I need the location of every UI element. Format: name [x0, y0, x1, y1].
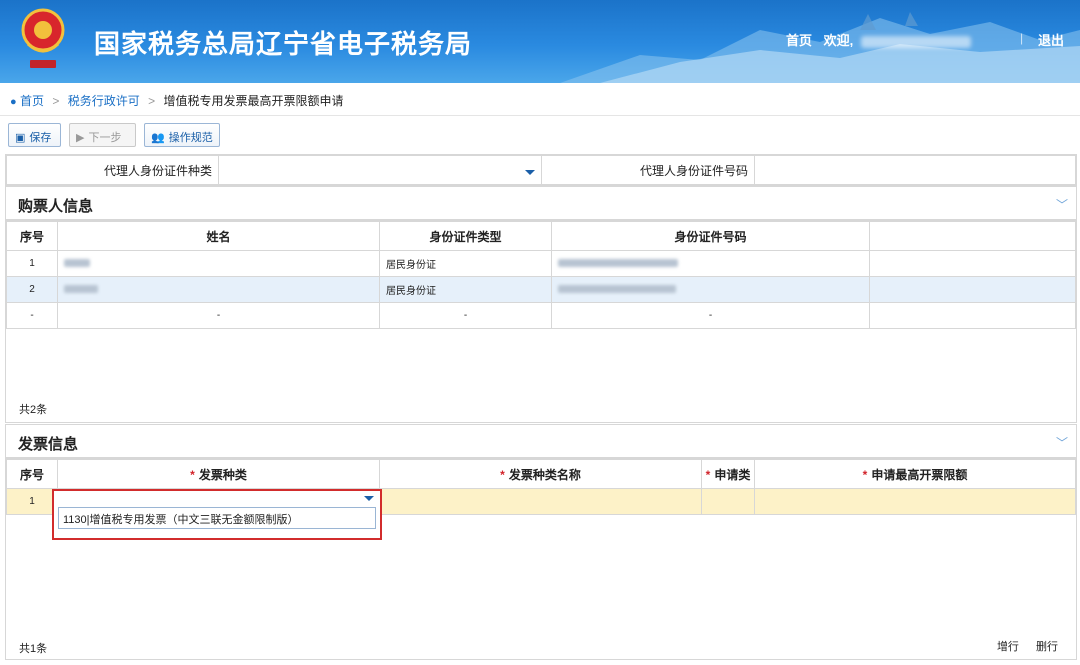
col-header: 身份证件号码 [551, 221, 870, 251]
agent-id-number-input[interactable] [754, 155, 1076, 185]
breadcrumb-current: 增值税专用发票最高开票限额申请 [163, 94, 344, 108]
breadcrumb-separator: > [52, 94, 60, 108]
breadcrumb-separator: > [148, 94, 156, 108]
buyer-id-type: - [379, 302, 552, 329]
buyer-id-type: 居民身份证 [379, 250, 552, 277]
invoice-type-dropdown[interactable]: 1130|增值税专用发票（中文三联无金额限制版） [52, 489, 382, 540]
row-number: 1 [6, 250, 58, 277]
col-header: 序号 [6, 221, 58, 251]
agent-id-type-select[interactable] [218, 155, 542, 185]
agent-id-type-label: 代理人身份证件种类 [6, 155, 219, 185]
table-row[interactable]: - - - - [6, 302, 1076, 329]
row-actions: 增行 删行 [983, 638, 1058, 654]
site-header: 国家税务总局辽宁省电子税务局 首页 欢迎, | 退出 [0, 0, 1080, 83]
save-icon: ▣ [15, 132, 26, 144]
invoice-total-count: 共1条 [19, 643, 48, 655]
buyer-name-blurred [57, 276, 380, 303]
add-row-button[interactable]: 增行 [997, 641, 1019, 653]
username-blurred [860, 35, 971, 48]
site-title: 国家税务总局辽宁省电子税务局 [94, 30, 473, 60]
buyer-id-number: - [551, 302, 870, 329]
row-number: 2 [6, 276, 58, 303]
welcome-text: 欢迎, [823, 33, 854, 48]
buyer-table: 序号 姓名 身份证件类型 身份证件号码 1 居民身份证 2 居民身份证 - - … [6, 221, 1076, 329]
play-icon: ▶ [76, 132, 85, 144]
breadcrumb: ● 首页 > 税务行政许可 > 增值税专用发票最高开票限额申请 [0, 83, 1080, 116]
logout-link[interactable]: 退出 [1038, 30, 1064, 49]
buyer-table-panel: 序号 姓名 身份证件类型 身份证件号码 1 居民身份证 2 居民身份证 - - … [5, 220, 1077, 423]
buyer-name-blurred [57, 250, 380, 277]
col-header: 序号 [6, 459, 58, 489]
breadcrumb-home[interactable]: 首页 [20, 94, 44, 108]
col-header-apply-type: * 申请类 [701, 459, 755, 489]
table-row[interactable]: 1 居民身份证 [6, 250, 1076, 277]
delete-row-button[interactable]: 删行 [1036, 641, 1058, 653]
dropdown-option[interactable]: 1130|增值税专用发票（中文三联无金额限制版） [58, 507, 376, 529]
breadcrumb-admin-permit[interactable]: 税务行政许可 [68, 94, 140, 108]
agent-info-row: 代理人身份证件种类 代理人身份证件号码 [5, 154, 1077, 186]
tax-emblem-icon [20, 6, 66, 76]
chevron-down-icon[interactable] [364, 496, 374, 501]
col-header-invoice-type-name: * 发票种类名称 [379, 459, 702, 489]
buyer-section-header[interactable]: 购票人信息 ﹀ [5, 186, 1077, 220]
invoice-type-name-cell[interactable] [379, 488, 702, 515]
row-number: 1 [6, 488, 58, 515]
chevron-down-icon[interactable]: ﹀ [1056, 434, 1068, 451]
buyer-id-type: 居民身份证 [379, 276, 552, 303]
buyer-id-number-blurred [551, 250, 870, 277]
col-header-max-limit: * 申请最高开票限额 [754, 459, 1076, 489]
col-header-invoice-type: * 发票种类 [57, 459, 380, 489]
section-title: 购票人信息 [18, 198, 94, 215]
header-divider: | [1020, 31, 1024, 45]
max-limit-cell[interactable] [754, 488, 1076, 515]
home-link[interactable]: 首页 [786, 30, 812, 49]
col-header: 身份证件类型 [379, 221, 552, 251]
save-button[interactable]: ▣ 保存 [8, 123, 61, 147]
section-title: 发票信息 [18, 436, 79, 453]
buyer-id-number-blurred [551, 276, 870, 303]
operation-guide-button[interactable]: 👥 操作规范 [144, 123, 220, 147]
location-pin-icon: ● [10, 96, 17, 108]
invoice-section-header[interactable]: 发票信息 ﹀ [5, 424, 1077, 458]
chevron-down-icon[interactable]: ﹀ [1056, 196, 1068, 213]
user-links: 首页 欢迎, [786, 30, 971, 49]
agent-id-number-label: 代理人身份证件号码 [541, 155, 755, 185]
col-header: 姓名 [57, 221, 380, 251]
row-number: - [6, 302, 58, 329]
buyer-name: - [57, 302, 380, 329]
chevron-down-icon [525, 169, 535, 175]
table-row[interactable]: 2 居民身份证 [6, 276, 1076, 303]
buyer-total-count: 共2条 [19, 404, 48, 416]
apply-type-cell[interactable] [701, 488, 755, 515]
next-step-button[interactable]: ▶ 下一步 [69, 123, 136, 147]
users-icon: 👥 [151, 132, 165, 144]
